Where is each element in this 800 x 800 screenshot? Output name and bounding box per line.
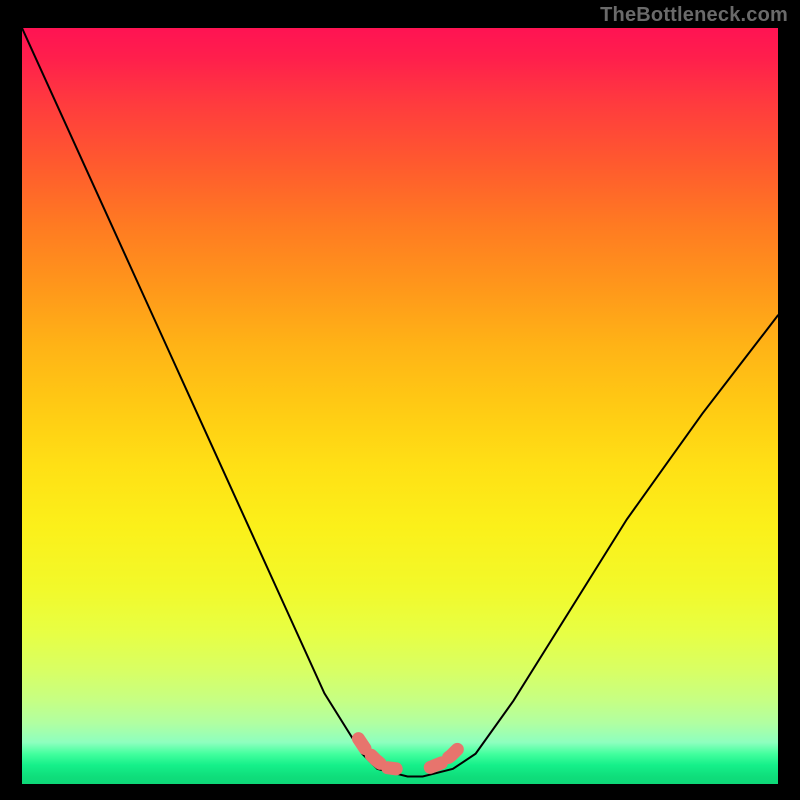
watermark-text: TheBottleneck.com [600,4,788,27]
plot-gradient-background [22,28,778,784]
plot-frame [22,28,778,784]
